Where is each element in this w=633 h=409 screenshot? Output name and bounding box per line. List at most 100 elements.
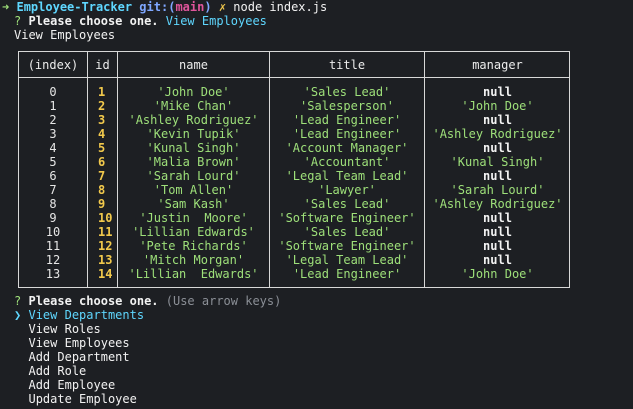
menu-item-label: Add Employee [28,378,116,392]
cell-name: 'Pete Richards' [139,239,248,253]
cell-index: 6 [49,169,57,183]
header-id: id [95,58,110,72]
cell-id: 3 [98,113,106,127]
second-question-text: Please choose one. [28,294,159,308]
cell-index: 8 [49,197,57,211]
first-question-line: ? Please choose one. View Employees [14,14,267,28]
header-index: (index) [27,58,79,72]
cell-title: 'Salesperson' [300,99,394,113]
header-name: name [179,58,208,72]
cell-id: 1 [98,85,106,99]
cell-id: 10 [98,211,113,225]
menu-item-label: View Roles [28,322,101,336]
cell-title: 'Sales Lead' [303,197,391,211]
shell-prompt-line: ➜ Employee-Tracker git:(main) ✗ node ind… [2,0,327,14]
second-question-line: ? Please choose one. (Use arrow keys) [14,294,281,308]
cell-index: 13 [45,267,61,281]
menu-item-view-employees[interactable]: View Employees [14,336,130,350]
cell-manager: 'Ashley Rodriguez' [432,127,563,141]
cell-index: 11 [45,239,61,253]
cell-name: 'Sam Kash' [157,197,230,211]
cell-manager: 'Sarah Lourd' [450,183,545,197]
cell-id: 8 [98,183,106,197]
cell-id: 4 [98,127,106,141]
cell-index: 0 [49,85,57,99]
cell-manager: null [483,141,512,155]
cell-title: 'Lawyer' [318,183,376,197]
cell-index: 5 [49,155,57,169]
cell-title: 'Sales Lead' [303,85,391,99]
employees-table: (index) id name title manager 0 1 'John Do… [18,51,570,288]
cell-title: 'Legal Team Lead' [285,253,409,267]
cell-index: 9 [49,211,57,225]
cell-id: 12 [98,239,113,253]
cell-index: 12 [45,253,61,267]
cell-manager: 'Kunal Singh' [450,155,545,169]
cell-name: 'Kevin Tupik' [146,127,241,141]
cell-title: 'Lead Engineer' [292,127,402,141]
cell-manager: null [483,239,512,253]
cell-name: 'Lillian Edwards' [128,267,259,281]
cell-title: 'Accountant' [303,155,391,169]
menu-item-label: View Employees [28,336,130,350]
cell-id: 7 [98,169,106,183]
menu-item-add-department[interactable]: Add Department [14,350,129,364]
cell-title: 'Account Manager' [285,141,409,155]
cell-manager: null [483,211,512,225]
menu-item-view-departments[interactable]: ❯ View Departments [14,308,144,322]
cell-manager: 'Ashley Rodriguez' [432,197,563,211]
cell-index: 1 [49,99,57,113]
header-manager: manager [472,58,523,72]
second-question-hint: (Use arrow keys) [165,294,282,308]
cell-manager: 'John Doe' [461,267,534,281]
cell-manager: null [483,253,512,267]
cell-manager: null [483,113,512,127]
menu-item-label: Update Employee [28,392,137,406]
terminal-window: ➜ Employee-Tracker git:(main) ✗ node ind… [0,0,633,409]
cell-id: 14 [98,267,113,281]
cell-id: 11 [98,225,113,239]
cell-name: 'Tom Allen' [153,183,234,197]
cell-name: 'Ashley Rodriguez' [128,113,259,127]
git-branch: main [175,0,205,14]
cell-title: 'Sales Lead' [303,225,391,239]
cell-index: 4 [49,141,57,155]
menu-item-add-role[interactable]: Add Role [14,364,86,378]
echo-line: View Employees [14,28,116,42]
menu-item-update-employee[interactable]: Update Employee [14,392,137,406]
git-dirty-icon: ✗ [218,0,227,14]
cell-title: 'Software Engineer' [278,239,416,253]
cell-name: 'Justin Moore' [139,211,248,225]
cell-manager: null [483,169,512,183]
cell-name: 'Lillian Edwards' [132,225,255,239]
cell-index: 7 [49,183,57,197]
cell-title: 'Software Engineer' [278,211,416,225]
cell-name: 'Mike Chan' [153,99,234,113]
header-divider [19,77,569,78]
cell-manager: 'John Doe' [461,99,534,113]
cell-title: 'Legal Team Lead' [285,169,409,183]
menu-item-label: Add Role [28,364,87,378]
cell-id: 5 [98,141,106,155]
menu-item-add-employee[interactable]: Add Employee [14,378,115,392]
header-title: title [328,58,366,72]
cell-name: 'Sarah Lourd' [146,169,241,183]
cell-name: 'Malia Brown' [146,155,241,169]
first-question-answer: View Employees [165,14,267,28]
menu-item-view-roles[interactable]: View Roles [14,322,101,336]
cell-name: 'Mitch Morgan' [142,253,245,267]
cell-id: 6 [98,155,106,169]
cell-id: 13 [98,253,113,267]
cell-manager: null [483,225,512,239]
first-question-text: Please choose one. [28,14,159,28]
prompt-directory: Employee-Tracker [16,0,133,14]
cell-name: 'Kunal Singh' [146,141,241,155]
cell-index: 10 [45,225,61,239]
git-label: git: [139,0,169,14]
shell-command: node index.js [233,0,328,14]
cell-title: 'Lead Engineer' [292,267,402,281]
git-close-paren: ) [204,0,212,14]
cell-id: 2 [98,99,106,113]
cell-title: 'Lead Engineer' [292,113,402,127]
cell-index: 3 [49,127,57,141]
